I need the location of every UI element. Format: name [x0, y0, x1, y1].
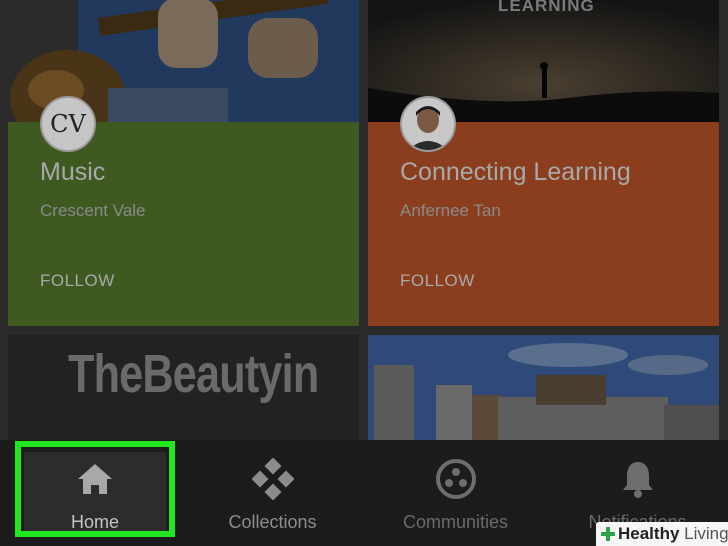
collections-grid: Music Crescent Vale FOLLOW CV LEARNING C…: [0, 0, 728, 445]
collection-card-beauty[interactable]: TheBeautyin: [8, 335, 359, 445]
nav-communities-label: Communities: [402, 512, 509, 532]
collection-card-city[interactable]: [368, 335, 719, 445]
follow-button[interactable]: FOLLOW: [400, 271, 475, 291]
avatar[interactable]: [400, 96, 456, 152]
card-title: Music: [40, 158, 106, 186]
bell-icon: [622, 462, 653, 498]
collection-card-music[interactable]: Music Crescent Vale FOLLOW CV: [8, 0, 359, 326]
avatar[interactable]: CV: [40, 96, 96, 152]
banner-text: TheBeautyin: [68, 344, 319, 404]
watermark-strong: Healthy: [618, 524, 680, 543]
follow-button[interactable]: FOLLOW: [40, 271, 115, 291]
nav-communities[interactable]: Communities: [383, 440, 528, 546]
collection-card-connecting-learning[interactable]: LEARNING Connecting Learning Anfernee Ta…: [368, 0, 719, 326]
home-highlight-frame: [15, 441, 175, 537]
communities-icon: [435, 459, 476, 499]
card-author: Anfernee Tan: [400, 201, 501, 220]
card-author: Crescent Vale: [40, 201, 146, 220]
nav-collections[interactable]: Collections: [200, 440, 345, 546]
avatar-initials: CV: [50, 110, 86, 138]
watermark: Healthy Living: [596, 522, 728, 546]
person-photo: [402, 98, 454, 150]
watermark-text: Healthy Living: [618, 522, 728, 546]
plus-icon: [601, 527, 615, 541]
card-body: Music Crescent Vale FOLLOW: [8, 122, 359, 326]
nav-collections-label: Collections: [228, 512, 317, 532]
city-image: [368, 335, 719, 445]
banner-text: LEARNING: [498, 0, 595, 15]
collections-icon: [251, 458, 294, 500]
card-body: Connecting Learning Anfernee Tan FOLLOW: [368, 122, 719, 326]
watermark-light: Living: [684, 524, 728, 543]
card-title: Connecting Learning: [400, 158, 631, 186]
